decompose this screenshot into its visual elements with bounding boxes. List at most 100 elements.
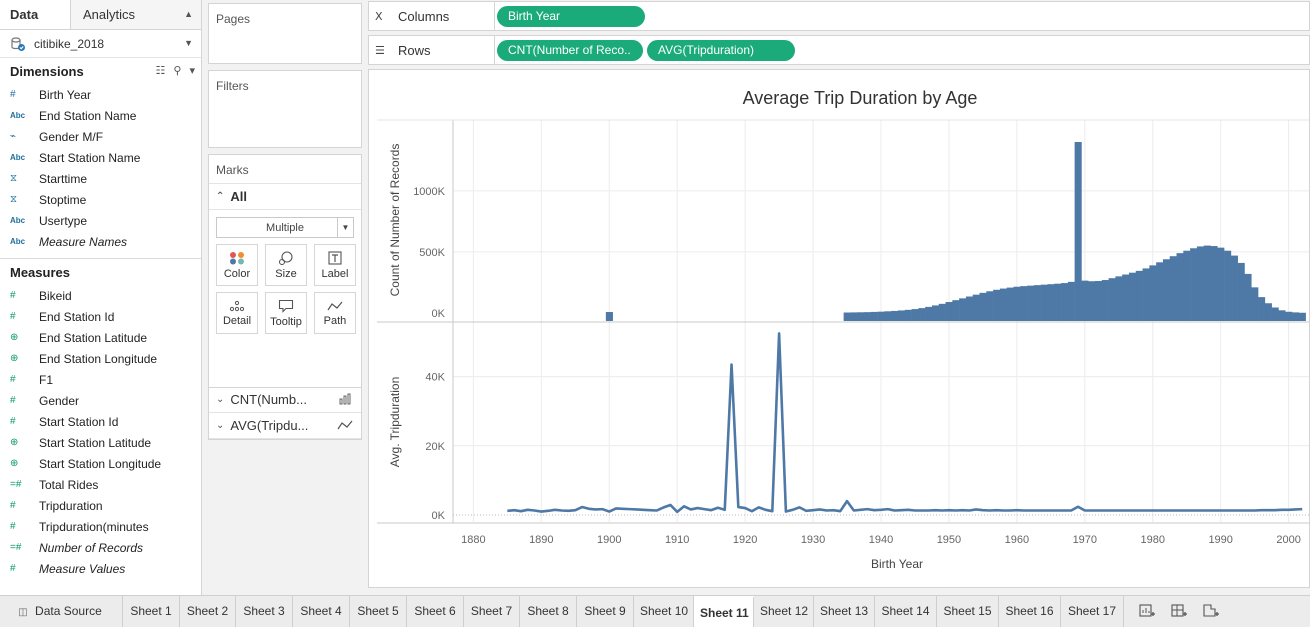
bar-mark [891,310,899,321]
measure-number-of-records[interactable]: =# Number of Records [0,537,201,558]
y-tick-label: 0K [432,308,446,320]
sheet-tab-13[interactable]: Sheet 13 [814,596,875,627]
marks-all-row[interactable]: ⌃ All [209,184,361,210]
tooltip-icon [278,299,294,313]
dimension-starttime[interactable]: ⧖ Starttime [0,168,201,189]
search-icon[interactable]: ⚲ [173,64,181,77]
y-axis-label-count: Count of Number of Records [388,144,402,297]
sheet-tab-2[interactable]: Sheet 2 [180,596,236,627]
marks-sub-avg[interactable]: ⌄ AVG(Tripdu... [209,413,361,439]
new-story-icon[interactable] [1202,603,1220,619]
chevron-down-icon[interactable]: ⌄ [216,420,224,431]
string-type-icon: Abc [10,111,26,120]
new-dashboard-icon[interactable] [1170,603,1188,619]
field-name: End Station Id [39,309,115,324]
tooltip-label: Tooltip [270,315,302,328]
measure-f1[interactable]: # F1 [0,369,201,390]
dimensions-header: Dimensions ☷ ⚲ ▾ [0,58,201,84]
measure-start-station-id[interactable]: # Start Station Id [0,411,201,432]
measure-gender[interactable]: # Gender [0,390,201,411]
view-list-icon[interactable]: ☷ [156,64,166,77]
sheet-tab-1[interactable]: Sheet 1 [123,596,180,627]
dimension-usertype[interactable]: Abc Usertype [0,210,201,231]
sheet-tab-bar: ◫ Data Source Sheet 1 Sheet 2 Sheet 3 Sheet… [0,595,1310,627]
sheet-tab-9[interactable]: Sheet 9 [577,596,634,627]
dimension-gender-m-f[interactable]: ⌁ Gender M/F [0,126,201,147]
viz-canvas[interactable]: Average Trip Duration by Age 0K 500K 1000K… [368,69,1310,588]
chevron-down-icon[interactable]: ⌄ [216,394,224,405]
size-icon [278,250,293,265]
new-worksheet-icon[interactable] [1138,603,1156,619]
rows-shelf[interactable]: ☰ Rows CNT(Number of Reco.. AVG(Tripdura… [368,35,1310,65]
sheet-tab-10[interactable]: Sheet 10 [634,596,694,627]
field-name: Gender [39,393,80,408]
measure-bikeid[interactable]: # Bikeid [0,285,201,306]
label-button[interactable]: Label [314,244,356,286]
dimension-stoptime[interactable]: ⧖ Stoptime [0,189,201,210]
measures-title: Measures [10,264,70,280]
bar-mark [1013,286,1021,321]
size-button[interactable]: Size [265,244,307,286]
measure-tripduration-minutes[interactable]: # Tripduration(minutes [0,516,201,537]
tab-data-source[interactable]: ◫ Data Source [0,596,123,627]
bar-mark [1115,276,1123,321]
sheet-tab-14[interactable]: Sheet 14 [875,596,937,627]
path-button[interactable]: Path [314,292,356,334]
sheet-tab-8[interactable]: Sheet 8 [520,596,577,627]
marks-sub-cnt-label: CNT(Numb... [230,392,307,407]
chevron-up-icon[interactable]: ⌃ [216,191,224,202]
pill-cnt-records[interactable]: CNT(Number of Reco.. [497,40,643,61]
measure-end-station-longitude[interactable]: ⊕ End Station Longitude [0,348,201,369]
sheet-tab-3[interactable]: Sheet 3 [236,596,293,627]
sheet-tab-15[interactable]: Sheet 15 [937,596,999,627]
sheet-tab-5[interactable]: Sheet 5 [350,596,407,627]
tab-analytics[interactable]: Analytics ▲ ▼ [70,0,201,48]
sheet-tab-11[interactable]: Sheet 11 [694,596,754,627]
chart-svg[interactable]: Average Trip Duration by Age 0K 500K 1000K… [369,70,1309,587]
y-tick-label: 1000K [413,186,445,198]
sheet-tab-7[interactable]: Sheet 7 [464,596,520,627]
chevron-down-icon[interactable]: ▾ [189,64,195,77]
dimension-birth-year[interactable]: # Birth Year [0,84,201,105]
mark-type-dropdown[interactable]: Multiple ▼ [216,217,354,238]
dimension-end-station-name[interactable]: Abc End Station Name [0,105,201,126]
measure-end-station-latitude[interactable]: ⊕ End Station Latitude [0,327,201,348]
measure-tripduration[interactable]: # Tripduration [0,495,201,516]
calculated-field-icon: =# [10,542,22,553]
pill-avg-tripduration[interactable]: AVG(Tripduration) [647,40,795,61]
pill-birth-year[interactable]: Birth Year [497,6,645,27]
measure-start-station-latitude[interactable]: ⊕ Start Station Latitude [0,432,201,453]
bar-mark [1033,285,1041,321]
x-tick-label: 1880 [461,534,485,546]
sheet-tab-4[interactable]: Sheet 4 [293,596,350,627]
detail-button[interactable]: Detail [216,292,258,334]
bar-mark [1196,246,1204,321]
sheet-tab-6[interactable]: Sheet 6 [407,596,464,627]
pages-card[interactable]: Pages [208,3,362,64]
filters-card[interactable]: Filters [208,70,362,148]
sheet-tab-17[interactable]: Sheet 17 [1061,596,1124,627]
globe-icon: ⊕ [10,458,19,469]
marks-sub-cnt[interactable]: ⌄ CNT(Numb... [209,387,361,413]
measure-start-station-longitude[interactable]: ⊕ Start Station Longitude [0,453,201,474]
date-icon: ⧖ [10,173,18,184]
x-tick-label: 1990 [1208,534,1232,546]
measure-end-station-id[interactable]: # End Station Id [0,306,201,327]
columns-shelf[interactable]: Ⅹ Columns Birth Year [368,1,1310,31]
dimension-start-station-name[interactable]: Abc Start Station Name [0,147,201,168]
field-name: Starttime [39,171,88,186]
tooltip-button[interactable]: Tooltip [265,292,307,334]
dimension-measure-names[interactable]: Abc Measure Names [0,231,201,252]
datasource-row[interactable]: citibike_2018 [0,30,201,58]
sheet-tab-16[interactable]: Sheet 16 [999,596,1061,627]
number-type-icon: # [10,374,16,385]
color-button[interactable]: Color [216,244,258,286]
sheet-tab-12[interactable]: Sheet 12 [754,596,814,627]
field-name: F1 [39,372,54,387]
measure-total-rides[interactable]: =# Total Rides [0,474,201,495]
bar-mark [1088,281,1096,321]
x-tick-label: 1980 [1141,534,1165,546]
updown-arrows-icon[interactable]: ▲ ▼ [184,0,193,58]
tab-data[interactable]: Data [0,0,70,29]
measure-measure-values[interactable]: # Measure Values [0,558,201,579]
